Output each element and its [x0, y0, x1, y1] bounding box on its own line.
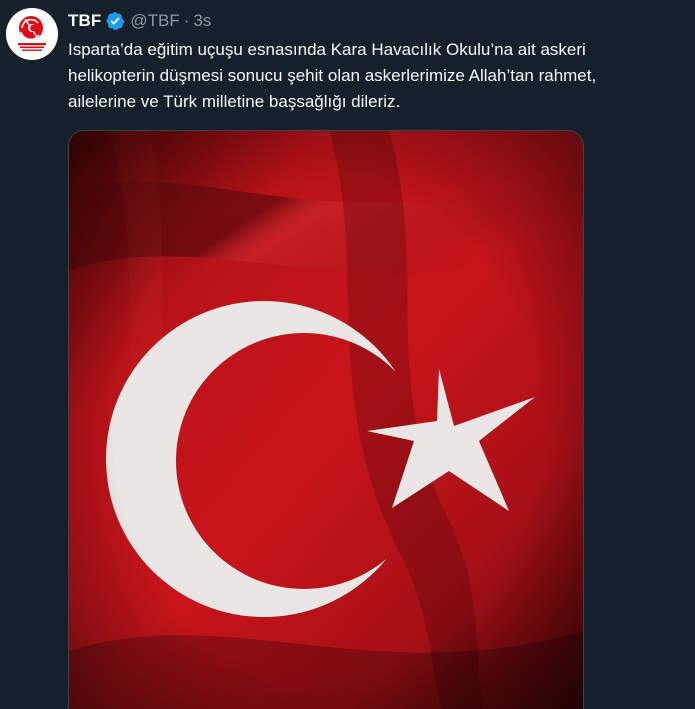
tweet-timestamp[interactable]: 3s	[193, 11, 211, 31]
separator-dot: ·	[183, 11, 190, 30]
verified-badge-icon[interactable]	[105, 11, 125, 31]
tweet-text-line: helikopterin düşmesi sonucu şehit olan a…	[68, 66, 597, 85]
tbf-logo-icon	[6, 8, 58, 60]
turkish-flag-image	[69, 131, 583, 709]
tweet-card[interactable]: TBF @TBF · 3s Isparta’da eğitim uçuşu es…	[0, 0, 695, 709]
tweet-header: TBF @TBF · 3s	[68, 10, 211, 32]
tweet-media[interactable]	[68, 130, 584, 709]
author-avatar[interactable]	[6, 8, 58, 60]
tweet-text-line: ailelerine ve Türk milletine başsağlığı …	[68, 92, 401, 111]
tweet-text: Isparta’da eğitim uçuşu esnasında Kara H…	[68, 37, 690, 115]
author-name[interactable]: TBF	[68, 11, 101, 31]
author-handle[interactable]: @TBF	[130, 11, 179, 31]
tweet-text-line: Isparta’da eğitim uçuşu esnasında Kara H…	[68, 40, 586, 59]
